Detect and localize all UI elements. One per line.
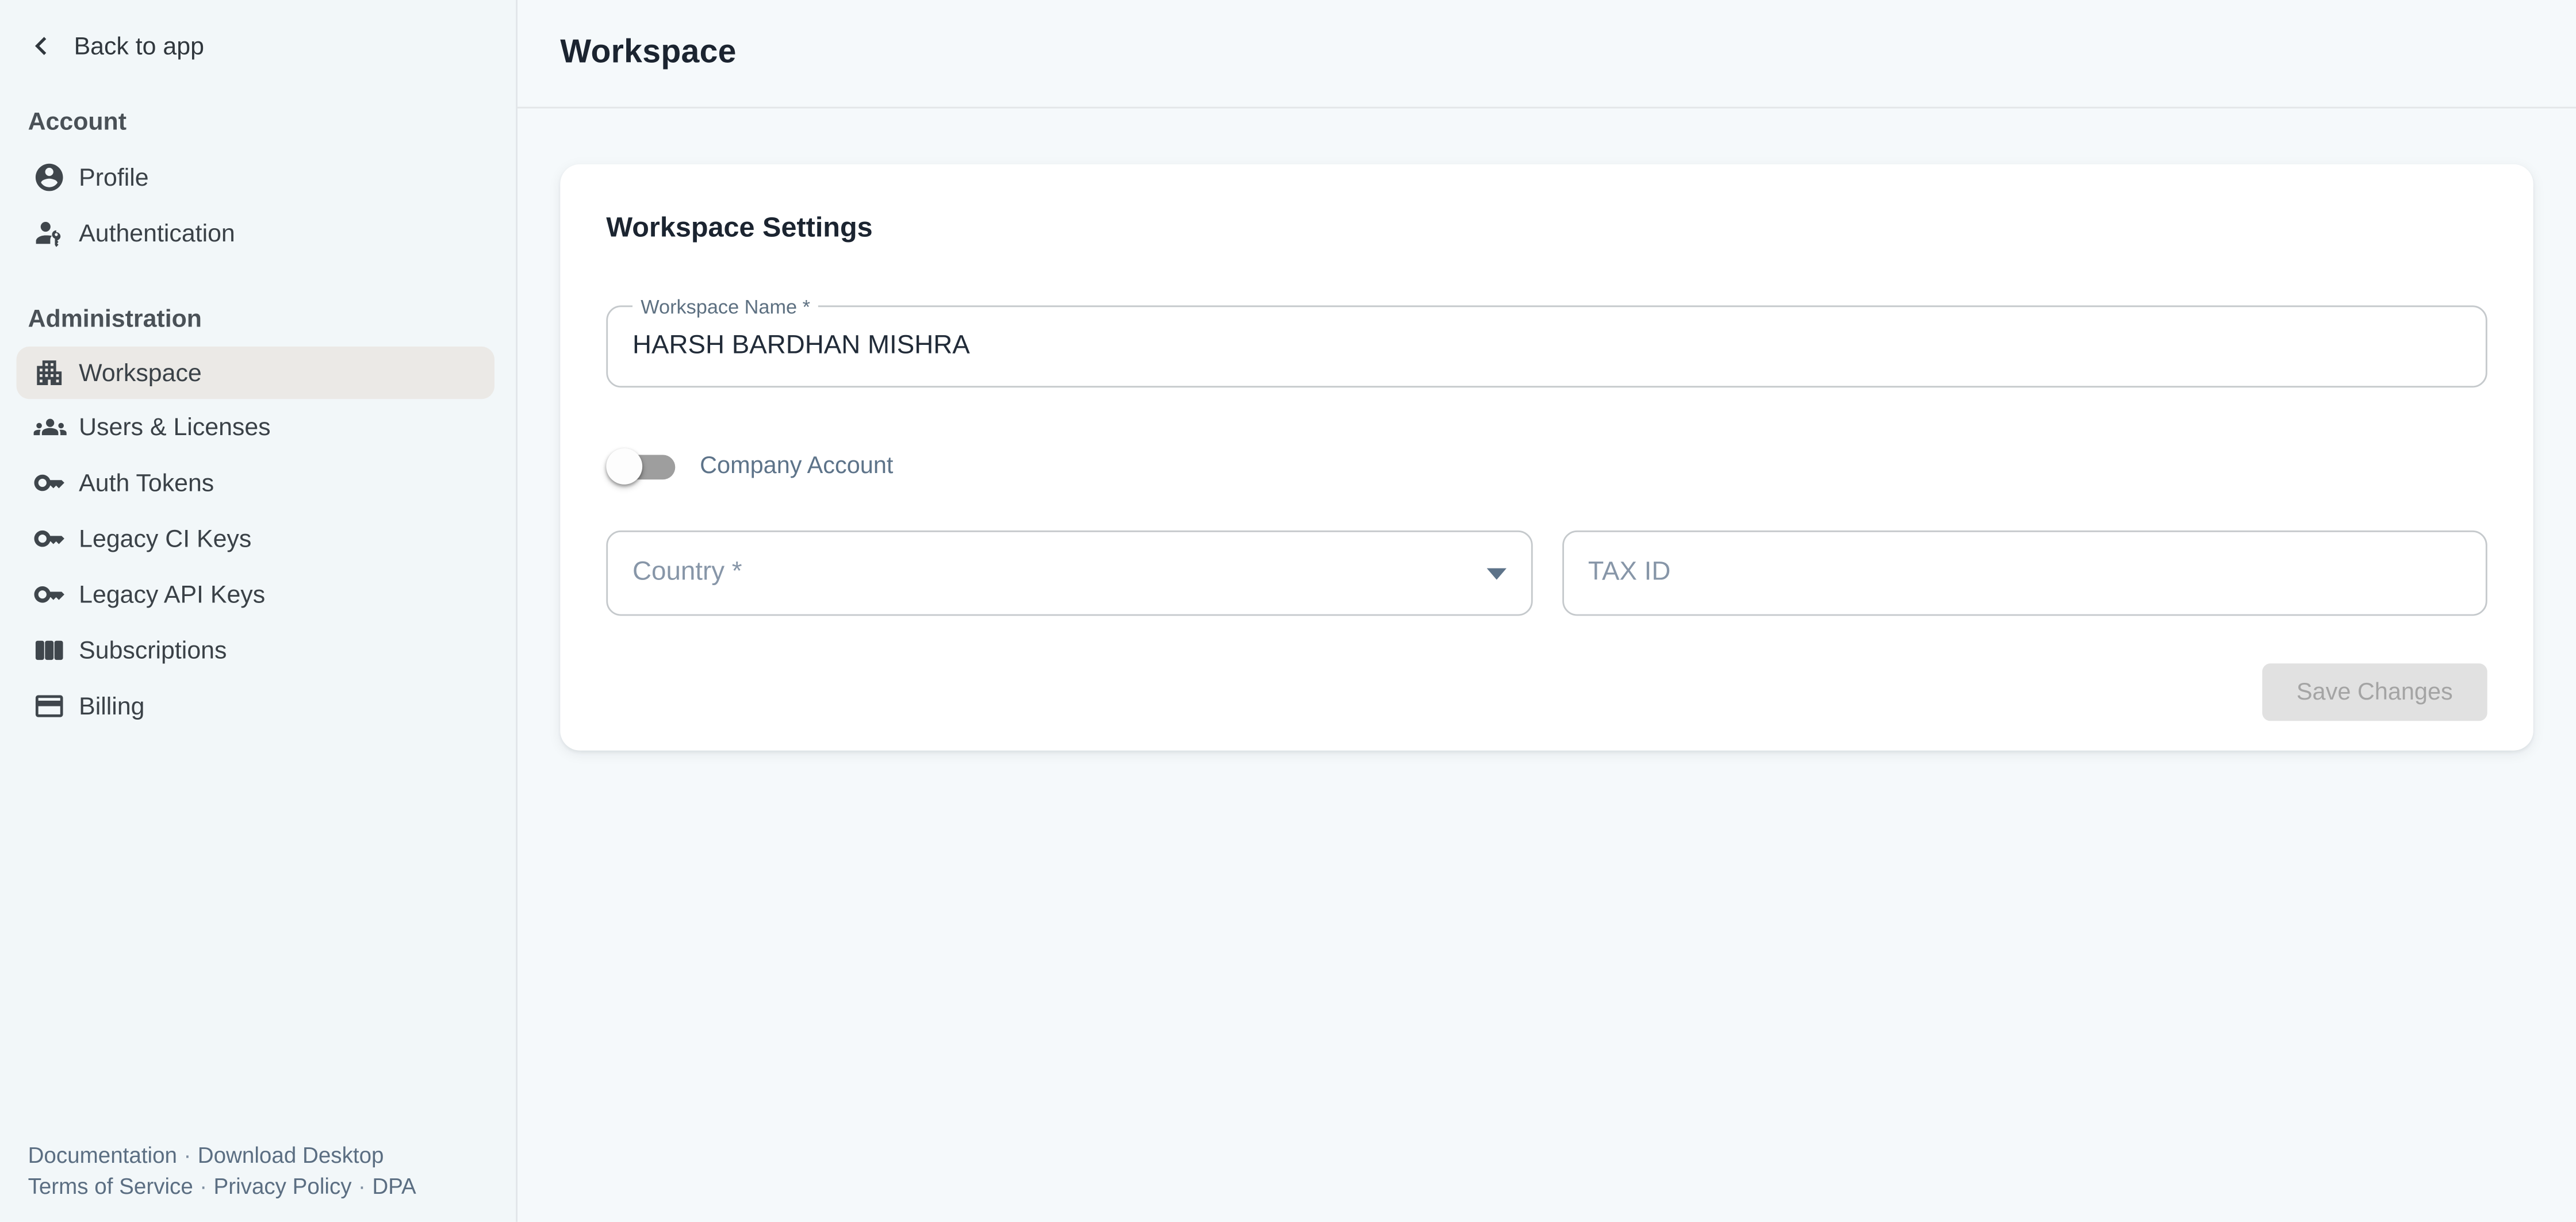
tax-id-input[interactable]: [1562, 531, 2487, 616]
country-select[interactable]: Country *: [606, 531, 1532, 616]
sidebar-item-authentication[interactable]: Authentication: [0, 205, 516, 261]
footer-separator: ·: [193, 1174, 214, 1199]
footer-separator: ·: [177, 1143, 198, 1168]
country-tax-row: Country *: [606, 531, 2487, 616]
groups-icon: [33, 410, 69, 443]
workspace-name-label: Workspace Name *: [632, 295, 818, 318]
card-title: Workspace Settings: [606, 209, 2487, 248]
footer-row-2: Terms of Service·Privacy Policy·DPA: [28, 1171, 416, 1202]
sidebar-item-label: Legacy CI Keys: [79, 525, 251, 553]
sidebar-item-workspace[interactable]: Workspace: [17, 347, 494, 399]
sidebar-item-label: Billing: [79, 692, 144, 720]
sidebar-item-users-licenses[interactable]: Users & Licenses: [0, 399, 516, 455]
sidebar-item-legacy-ci-keys[interactable]: Legacy CI Keys: [0, 511, 516, 567]
footer-separator: ·: [352, 1174, 373, 1199]
dpa-link[interactable]: DPA: [372, 1174, 416, 1199]
key-icon: [33, 522, 69, 555]
save-changes-button[interactable]: Save Changes: [2262, 663, 2487, 721]
app-root: Back to app Account Profile Authenticati…: [0, 0, 2576, 1222]
documentation-link[interactable]: Documentation: [28, 1143, 177, 1168]
footer-row-1: Documentation·Download Desktop: [28, 1140, 416, 1171]
sidebar-item-billing[interactable]: Billing: [0, 678, 516, 734]
card-actions: Save Changes: [606, 663, 2487, 721]
company-account-row: Company Account: [606, 447, 2487, 486]
sidebar-item-label: Authentication: [79, 219, 235, 247]
main-area: Workspace Workspace Settings Workspace N…: [518, 0, 2576, 1222]
toggle-thumb: [606, 448, 642, 485]
country-select-label: Country *: [632, 558, 742, 587]
columns-icon: [33, 634, 69, 667]
sidebar-item-label: Users & Licenses: [79, 413, 270, 441]
sidebar-footer: Documentation·Download Desktop Terms of …: [28, 1140, 416, 1202]
sidebar-item-profile[interactable]: Profile: [0, 149, 516, 205]
chevron-left-icon: [23, 28, 59, 64]
page-title: Workspace: [560, 34, 736, 72]
sidebar-item-subscriptions[interactable]: Subscriptions: [0, 622, 516, 678]
workspace-name-input[interactable]: [608, 307, 2486, 386]
sidebar-item-label: Workspace: [79, 359, 202, 387]
company-account-toggle[interactable]: [606, 447, 678, 486]
dropdown-arrow-icon: [1486, 568, 1505, 580]
download-desktop-link[interactable]: Download Desktop: [198, 1143, 384, 1168]
sidebar-item-label: Profile: [79, 163, 149, 191]
terms-of-service-link[interactable]: Terms of Service: [28, 1174, 193, 1199]
privacy-policy-link[interactable]: Privacy Policy: [214, 1174, 352, 1199]
passkey-icon: [33, 217, 69, 249]
section-title-administration: Administration: [28, 302, 516, 337]
company-account-label: Company Account: [700, 454, 893, 480]
key-icon: [33, 578, 69, 611]
section-title-account: Account: [28, 105, 516, 140]
page-header: Workspace: [518, 0, 2576, 109]
sidebar-item-label: Subscriptions: [79, 636, 227, 664]
sidebar-item-legacy-api-keys[interactable]: Legacy API Keys: [0, 567, 516, 622]
account-circle-icon: [33, 161, 69, 194]
sidebar-item-auth-tokens[interactable]: Auth Tokens: [0, 455, 516, 510]
sidebar-item-label: Auth Tokens: [79, 469, 214, 497]
key-icon: [33, 466, 69, 499]
back-to-app-button[interactable]: Back to app: [23, 28, 516, 64]
sidebar-item-label: Legacy API Keys: [79, 581, 265, 609]
credit-card-icon: [33, 690, 69, 723]
building-icon: [33, 356, 69, 389]
sidebar: Back to app Account Profile Authenticati…: [0, 0, 518, 1222]
workspace-name-field: Workspace Name *: [606, 305, 2487, 387]
workspace-settings-card: Workspace Settings Workspace Name * Comp…: [560, 164, 2533, 751]
back-to-app-label: Back to app: [74, 32, 204, 60]
